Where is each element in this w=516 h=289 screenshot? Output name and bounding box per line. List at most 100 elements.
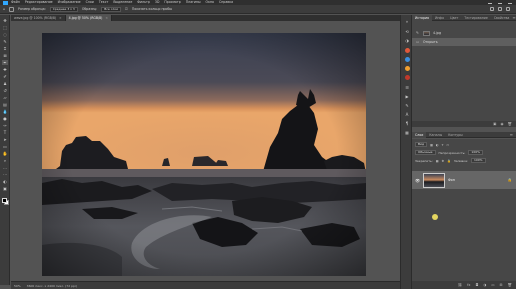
paragraph-icon[interactable]: ¶: [404, 121, 410, 126]
history-step[interactable]: ▫ Открыть: [412, 38, 516, 46]
history-brush-tool-icon[interactable]: ↺: [2, 88, 8, 93]
dodge-tool-icon[interactable]: ●: [2, 116, 8, 121]
fill-input[interactable]: 100%: [470, 158, 486, 163]
hand-tool-icon[interactable]: ✋: [2, 151, 8, 156]
tools-panel: ✥ ⬚ ◌ ✎ ⌗ ⊠ ✒ ✚ ✐ ♟ ↺ ▱ ▤ 💧 ● ✑ T ➤ ▭ ✋ …: [0, 15, 10, 285]
zoom-level[interactable]: 50%: [14, 284, 21, 288]
panel-menu-icon[interactable]: ≡: [512, 15, 515, 20]
search-icon[interactable]: [490, 7, 494, 11]
opacity-input[interactable]: 100%: [468, 150, 483, 155]
lock-all-icon[interactable]: 🔒: [447, 159, 451, 163]
pen-tool-icon[interactable]: ✑: [2, 123, 8, 128]
tab-history[interactable]: История: [412, 14, 432, 21]
path-select-tool-icon[interactable]: ➤: [2, 137, 8, 142]
brushes-icon[interactable]: ✎: [404, 103, 410, 108]
collapse-panels-icon[interactable]: »: [404, 19, 410, 24]
lock-pixels-icon[interactable]: ▦: [436, 159, 439, 163]
tab-paths[interactable]: Контуры: [445, 132, 466, 138]
layer-lock-icon[interactable]: 🔒: [508, 178, 512, 182]
more-tools-icon[interactable]: …: [2, 165, 8, 170]
window-controls: [488, 2, 516, 4]
filter-pixel-icon[interactable]: ▩: [430, 143, 433, 147]
history-snapshot[interactable]: ✎ 4.jpg: [412, 29, 516, 37]
edit-toolbar-icon[interactable]: ⋯: [2, 172, 8, 177]
eyedropper-tool-icon[interactable]: ✒: [2, 60, 8, 65]
add-mask-icon[interactable]: ◘: [475, 283, 478, 287]
eye-icon[interactable]: 👁: [415, 178, 420, 183]
eyedropper-preset-icon[interactable]: [9, 6, 15, 12]
quick-mask-icon[interactable]: ◐: [2, 179, 8, 184]
tab-channels[interactable]: Каналы: [426, 132, 445, 138]
layer-name[interactable]: Фон: [448, 178, 455, 182]
lasso-tool-icon[interactable]: ◌: [2, 32, 8, 37]
healing-brush-tool-icon[interactable]: ✚: [2, 67, 8, 72]
plugin-orange-icon[interactable]: [404, 66, 410, 71]
link-layers-icon[interactable]: ⛓: [458, 283, 462, 287]
home-icon[interactable]: ⌂: [3, 7, 5, 11]
tab-testing[interactable]: Тестирование: [461, 15, 491, 21]
tab-layers[interactable]: Слои: [412, 131, 427, 138]
quick-select-tool-icon[interactable]: ✎: [2, 39, 8, 44]
plugin-blue-icon[interactable]: [404, 57, 410, 62]
maximize-icon[interactable]: [498, 2, 502, 4]
blend-row: Обычные Непрозрачность: 100%: [415, 150, 483, 155]
lock-position-icon[interactable]: ✥: [442, 159, 445, 163]
layer-style-icon[interactable]: fx: [467, 283, 470, 287]
close-icon[interactable]: [508, 2, 512, 4]
blur-tool-icon[interactable]: 💧: [2, 109, 8, 114]
brush-tool-icon[interactable]: ✐: [2, 74, 8, 79]
type-tool-icon[interactable]: T: [2, 130, 8, 135]
sample-size-label: Размер образца:: [18, 7, 46, 11]
minimize-icon[interactable]: [488, 2, 492, 4]
blend-mode-select[interactable]: Обычные: [415, 150, 436, 155]
zoom-tool-icon[interactable]: ⌕: [2, 158, 8, 163]
new-document-from-state-icon[interactable]: ▣: [493, 122, 496, 126]
history-step-label: Открыть: [423, 40, 438, 44]
crop-tool-icon[interactable]: ⌗: [2, 46, 8, 51]
plugin-red-icon[interactable]: [404, 48, 410, 53]
plugin-darkred-icon[interactable]: [404, 75, 410, 80]
layer-filter-select[interactable]: Вид: [415, 142, 428, 147]
show-ring-checkbox[interactable]: ☑: [125, 7, 128, 11]
eraser-tool-icon[interactable]: ▱: [2, 95, 8, 100]
sample-select[interactable]: Все слои: [101, 6, 122, 12]
share-icon[interactable]: [506, 7, 510, 11]
panel-menu-icon[interactable]: ≡: [510, 132, 513, 137]
adjustments-icon[interactable]: ◑: [404, 38, 410, 43]
sample-size-select[interactable]: Среднее 3 х 3: [49, 6, 78, 12]
layer-row[interactable]: 👁 Фон 🔒: [412, 171, 516, 189]
clone-stamp-tool-icon[interactable]: ♟: [2, 81, 8, 86]
adjustment-layer-icon[interactable]: ◑: [483, 283, 486, 287]
foreground-color-swatch[interactable]: [2, 198, 7, 203]
layer-thumbnail: [423, 172, 445, 188]
move-tool-icon[interactable]: ✥: [2, 18, 8, 23]
filter-shape-icon[interactable]: ▭: [446, 143, 449, 147]
tab-info[interactable]: Инфо: [432, 15, 447, 21]
document-info[interactable]: 3600 пикс. х 2400 пикс. (72 ppi): [27, 284, 77, 288]
filter-type-icon[interactable]: T: [442, 143, 444, 147]
new-layer-icon[interactable]: ⊞: [500, 283, 503, 287]
marquee-tool-icon[interactable]: ⬚: [2, 25, 8, 30]
canvas-area[interactable]: [11, 21, 400, 281]
actions-icon[interactable]: ▶: [404, 94, 410, 99]
tab-color[interactable]: Цвет: [447, 15, 461, 21]
workspace-icon[interactable]: [498, 7, 502, 11]
options-right-icons: [490, 7, 516, 11]
libraries-icon[interactable]: ▦: [404, 130, 410, 135]
shape-tool-icon[interactable]: ▭: [2, 144, 8, 149]
character-icon[interactable]: A: [404, 112, 410, 117]
history-brush-source-icon[interactable]: ✎: [415, 31, 420, 36]
delete-state-icon[interactable]: 🗑: [508, 122, 512, 126]
document-image[interactable]: [42, 33, 366, 276]
frame-tool-icon[interactable]: ⊠: [2, 53, 8, 58]
layers-panel-tabs: Слои Каналы Контуры ≡: [412, 131, 516, 138]
gradient-tool-icon[interactable]: ▤: [2, 102, 8, 107]
new-snapshot-icon[interactable]: ◉: [500, 122, 503, 126]
properties-icon[interactable]: ☰: [404, 85, 410, 90]
delete-layer-icon[interactable]: 🗑: [508, 283, 512, 287]
tab-properties[interactable]: Свойства: [491, 15, 513, 21]
new-group-icon[interactable]: ▭: [491, 283, 494, 287]
screen-mode-icon[interactable]: ▣: [2, 186, 8, 191]
filter-adjust-icon[interactable]: ◐: [436, 143, 439, 147]
history-panel-icon[interactable]: ⟲: [404, 29, 410, 34]
